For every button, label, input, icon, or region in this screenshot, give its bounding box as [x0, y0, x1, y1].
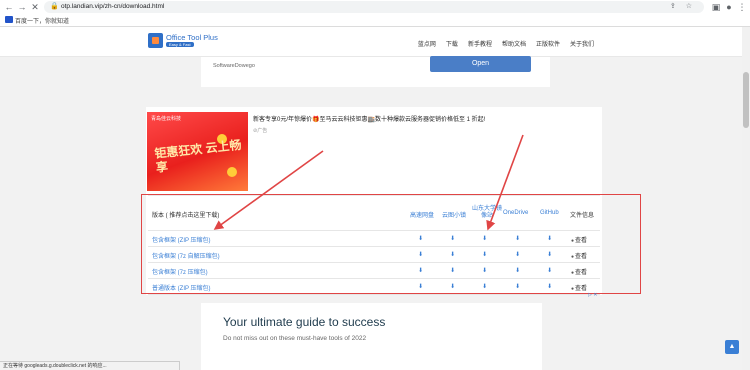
- nav-item-genuine[interactable]: 正版软件: [536, 39, 560, 48]
- view-file-info[interactable]: 查看: [571, 267, 587, 276]
- baidu-icon: [5, 16, 13, 23]
- logo-badge: Easy & Fast: [166, 42, 194, 47]
- menu-icon[interactable]: ⋮: [737, 2, 747, 12]
- close-icon[interactable]: ✕: [30, 2, 40, 12]
- nav-item-about[interactable]: 关于我们: [570, 39, 594, 48]
- coin-icon: [227, 167, 237, 177]
- download-icon[interactable]: ⬇: [515, 251, 520, 258]
- status-bar: 正在等待 googleads.g.doubleclick.net 的响应...: [0, 361, 180, 370]
- url-text[interactable]: otp.landian.vip/zh-cn/download.html: [61, 3, 164, 10]
- column-github: GitHub: [540, 210, 559, 216]
- download-icon[interactable]: ⬇: [482, 251, 487, 258]
- bottom-ad-title[interactable]: Your ultimate guide to success: [223, 315, 385, 329]
- nav-item-docs[interactable]: 帮助文档: [502, 39, 526, 48]
- top-ad-label: SoftwareDowego: [213, 63, 255, 69]
- download-link[interactable]: 包含框架 (7z 压缩包): [152, 267, 208, 276]
- nav-item-download[interactable]: 下载: [446, 39, 458, 48]
- bookmark-baidu[interactable]: 百度一下，你就知道: [15, 16, 69, 25]
- back-icon[interactable]: ←: [4, 2, 14, 12]
- download-icon[interactable]: ⬇: [515, 235, 520, 242]
- address-bar[interactable]: 🔒 otp.landian.vip/zh-cn/download.html ⇪ …: [44, 1, 704, 13]
- download-icon[interactable]: ⬇: [547, 235, 552, 242]
- download-icon[interactable]: ⬇: [418, 267, 423, 274]
- extensions-icon[interactable]: ▣: [711, 2, 721, 12]
- table-row: 包含框架 (7z 压缩包) ⬇ ⬇ ⬇ ⬇ ⬇ 查看: [148, 263, 600, 279]
- download-icon[interactable]: ⬇: [418, 251, 423, 258]
- download-icon[interactable]: ⬇: [418, 235, 423, 242]
- back-to-top-icon[interactable]: ▲: [725, 340, 739, 354]
- promo-image[interactable]: 青岛佳云科技 钜惠狂欢 云上畅享: [147, 112, 248, 191]
- ad-headline[interactable]: 新客专享0元/年惊爆价🎁至马云云科技钜惠🏬数十种爆款云服务器促销价格低至 1 折…: [253, 114, 485, 123]
- scrollbar-thumb[interactable]: [743, 72, 749, 128]
- column-sdu-mirror: 山东大学镜像站: [472, 206, 503, 219]
- open-button[interactable]: Open: [430, 56, 531, 72]
- download-link[interactable]: 普通版本 (ZIP 压缩包): [152, 283, 211, 292]
- column-file-info: 文件信息: [570, 213, 595, 219]
- lock-icon: 🔒: [50, 3, 59, 10]
- download-icon[interactable]: ⬇: [482, 267, 487, 274]
- office-tool-plus-logo-icon[interactable]: [148, 33, 163, 48]
- column-yuntu: 云图小镇: [442, 213, 467, 219]
- logo-title[interactable]: Office Tool Plus: [166, 33, 218, 42]
- download-link[interactable]: 包含框架 (7z 自解压缩包): [152, 251, 220, 260]
- site-nav: 蓝点网 下载 新手教程 帮助文档 正版软件 关于我们: [418, 39, 594, 48]
- download-icon[interactable]: ⬇: [450, 283, 455, 290]
- download-icon[interactable]: ⬇: [547, 283, 552, 290]
- view-file-info[interactable]: 查看: [571, 283, 587, 292]
- column-onedrive: OneDrive: [503, 210, 529, 216]
- view-file-info[interactable]: 查看: [571, 235, 587, 244]
- bottom-ad-subtitle: Do not miss out on these must-have tools…: [223, 335, 367, 342]
- download-icon[interactable]: ⬇: [515, 267, 520, 274]
- browser-chrome: ← → ✕ 🔒 otp.landian.vip/zh-cn/download.h…: [0, 0, 750, 27]
- download-link[interactable]: 包含框架 (ZIP 压缩包): [152, 235, 211, 244]
- column-baidu-pan: 高速网盘: [410, 213, 435, 219]
- page-scrollbar[interactable]: [742, 27, 750, 370]
- top-ad-card: SoftwareDowego Open: [201, 56, 550, 87]
- download-icon[interactable]: ⬇: [515, 283, 520, 290]
- ad-choices-icon[interactable]: ▷ ✕: [588, 292, 597, 298]
- view-file-info[interactable]: 查看: [571, 251, 587, 260]
- site-header: Office Tool Plus Easy & Fast 蓝点网 下载 新手教程…: [0, 27, 750, 57]
- forward-icon[interactable]: →: [17, 2, 27, 12]
- download-panel: 青岛佳云科技 钜惠狂欢 云上畅享 新客专享0元/年惊爆价🎁至马云云科技钜惠🏬数十…: [146, 107, 602, 295]
- browser-actions-icon[interactable]: ⇪ ☆: [670, 2, 696, 10]
- download-icon[interactable]: ⬇: [482, 235, 487, 242]
- download-icon[interactable]: ⬇: [547, 267, 552, 274]
- bookmarks-bar: 百度一下，你就知道: [0, 14, 750, 26]
- download-icon[interactable]: ⬇: [482, 283, 487, 290]
- download-icon[interactable]: ⬇: [418, 283, 423, 290]
- profile-icon[interactable]: ●: [724, 2, 734, 12]
- table-header: 版本 ( 推荐点击这里下载) 高速网盘 云图小镇 山东大学镜像站 OneDriv…: [148, 195, 600, 231]
- nav-item-landian[interactable]: 蓝点网: [418, 39, 436, 48]
- promo-image-brand: 青岛佳云科技: [151, 116, 182, 122]
- download-icon[interactable]: ⬇: [547, 251, 552, 258]
- table-row: 普通版本 (ZIP 压缩包) ⬇ ⬇ ⬇ ⬇ ⬇ 查看: [148, 279, 600, 295]
- download-icon[interactable]: ⬇: [450, 235, 455, 242]
- table-row: 包含框架 (ZIP 压缩包) ⬇ ⬇ ⬇ ⬇ ⬇ 查看: [148, 231, 600, 247]
- column-version: 版本 ( 推荐点击这里下载): [152, 213, 220, 219]
- download-icon[interactable]: ⬇: [450, 267, 455, 274]
- ad-tag: ⊘广告: [253, 128, 268, 134]
- download-table: 版本 ( 推荐点击这里下载) 高速网盘 云图小镇 山东大学镜像站 OneDriv…: [148, 195, 600, 295]
- download-icon[interactable]: ⬇: [450, 251, 455, 258]
- nav-item-tutorial[interactable]: 新手教程: [468, 39, 492, 48]
- bottom-ad[interactable]: Your ultimate guide to success Do not mi…: [201, 303, 542, 370]
- table-row: 包含框架 (7z 自解压缩包) ⬇ ⬇ ⬇ ⬇ ⬇ 查看: [148, 247, 600, 263]
